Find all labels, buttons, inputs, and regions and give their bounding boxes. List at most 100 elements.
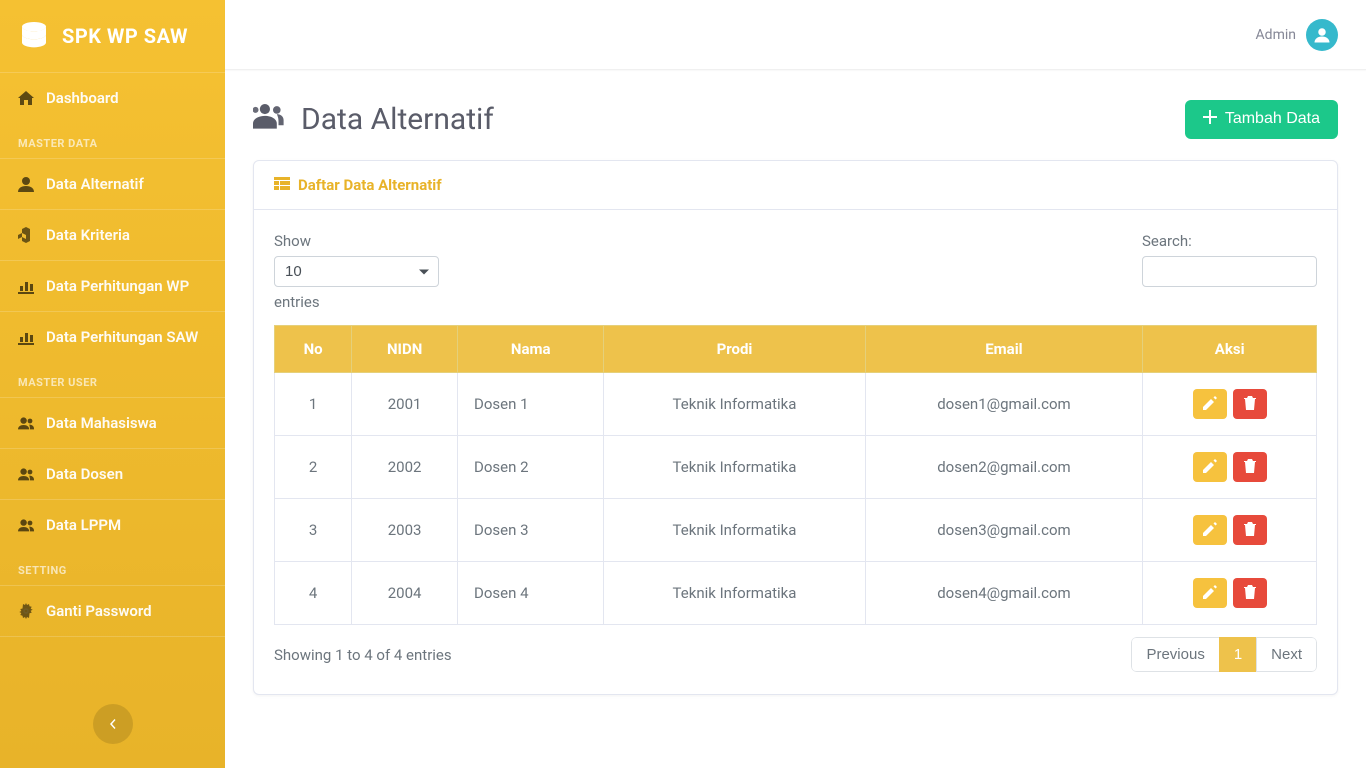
main: Admin Data Alternatif Tambah Data [225, 0, 1366, 768]
trash-icon [1243, 585, 1257, 602]
cell-no: 3 [275, 499, 352, 562]
cell-nidn: 2003 [352, 499, 458, 562]
sidebar: SPK WP SAW Dashboard MASTER DATA Data Alte… [0, 0, 225, 768]
sidebar-item-data-lppm[interactable]: Data LPPM [0, 499, 225, 550]
database-icon [18, 20, 50, 52]
cell-email: dosen2@gmail.com [865, 436, 1143, 499]
search-input[interactable] [1142, 256, 1317, 287]
cubes-icon [18, 227, 34, 243]
sidebar-item-data-kriteria[interactable]: Data Kriteria [0, 209, 225, 260]
cogs-icon [18, 603, 34, 619]
cell-prodi: Teknik Informatika [604, 373, 865, 436]
length-label-pre: Show [274, 232, 439, 250]
card-title: Daftar Data Alternatif [298, 176, 442, 194]
nav-heading: MASTER USER [0, 362, 225, 397]
sidebar-item-label: Data Alternatif [46, 175, 144, 193]
edit-button[interactable] [1193, 515, 1227, 545]
sidebar-item-dashboard[interactable]: Dashboard [0, 72, 225, 123]
length-select[interactable]: 10 [274, 256, 439, 287]
cell-nama: Dosen 2 [458, 436, 604, 499]
cell-email: dosen4@gmail.com [865, 562, 1143, 625]
nav-heading: MASTER DATA [0, 123, 225, 158]
delete-button[interactable] [1233, 578, 1267, 608]
page-1[interactable]: 1 [1219, 637, 1257, 672]
sidebar-item-label: Data Perhitungan WP [46, 277, 189, 295]
nav: Dashboard MASTER DATA Data Alternatif Data … [0, 72, 225, 680]
edit-icon [1203, 459, 1217, 476]
sidebar-item-label: Ganti Password [46, 602, 152, 620]
content: Data Alternatif Tambah Data Daftar Data … [225, 70, 1366, 768]
cell-email: dosen1@gmail.com [865, 373, 1143, 436]
cell-nidn: 2004 [352, 562, 458, 625]
col-nama[interactable]: Nama [458, 326, 604, 373]
add-button-label: Tambah Data [1225, 110, 1320, 128]
page-title: Data Alternatif [253, 98, 494, 140]
sidebar-collapse-wrap [0, 680, 225, 768]
users-icon [18, 466, 34, 482]
cell-prodi: Teknik Informatika [604, 562, 865, 625]
length-label-post: entries [274, 293, 439, 311]
delete-button[interactable] [1233, 389, 1267, 419]
user-menu[interactable]: Admin [1256, 19, 1338, 51]
topbar: Admin [225, 0, 1366, 70]
chart-icon [18, 329, 34, 345]
cell-aksi [1143, 562, 1317, 625]
cell-nama: Dosen 3 [458, 499, 604, 562]
card-header: Daftar Data Alternatif [254, 161, 1337, 210]
cell-email: dosen3@gmail.com [865, 499, 1143, 562]
brand-title: SPK WP SAW [62, 24, 188, 48]
cell-prodi: Teknik Informatika [604, 499, 865, 562]
page-prev[interactable]: Previous [1131, 637, 1219, 672]
col-nidn[interactable]: NIDN [352, 326, 458, 373]
trash-icon [1243, 396, 1257, 413]
cell-nidn: 2002 [352, 436, 458, 499]
delete-button[interactable] [1233, 452, 1267, 482]
page-title-text: Data Alternatif [301, 102, 494, 137]
datatable-top: Show 10 entries Search: [274, 232, 1317, 311]
sidebar-item-data-dosen[interactable]: Data Dosen [0, 448, 225, 499]
avatar [1306, 19, 1338, 51]
col-email[interactable]: Email [865, 326, 1143, 373]
card: Daftar Data Alternatif Show 10 entries [253, 160, 1338, 695]
cell-no: 1 [275, 373, 352, 436]
col-aksi[interactable]: Aksi [1143, 326, 1317, 373]
user-icon [18, 176, 34, 192]
datatable-bottom: Showing 1 to 4 of 4 entries Previous1Nex… [274, 637, 1317, 672]
trash-icon [1243, 459, 1257, 476]
chevron-left-icon [108, 717, 118, 732]
table-icon [274, 175, 290, 195]
cell-no: 2 [275, 436, 352, 499]
edit-button[interactable] [1193, 452, 1227, 482]
page-header: Data Alternatif Tambah Data [253, 98, 1338, 140]
sidebar-item-data-perhitungan-wp[interactable]: Data Perhitungan WP [0, 260, 225, 311]
sidebar-collapse-button[interactable] [93, 704, 133, 744]
col-no[interactable]: No [275, 326, 352, 373]
sidebar-item-data-alternatif[interactable]: Data Alternatif [0, 158, 225, 209]
users-icon [253, 98, 287, 140]
sidebar-item-data-mahasiswa[interactable]: Data Mahasiswa [0, 397, 225, 448]
trash-icon [1243, 522, 1257, 539]
sidebar-item-label: Data Perhitungan SAW [46, 328, 198, 346]
sidebar-item-data-perhitungan-saw[interactable]: Data Perhitungan SAW [0, 311, 225, 362]
search-label: Search: [1142, 232, 1317, 250]
home-icon [18, 90, 34, 106]
add-data-button[interactable]: Tambah Data [1185, 100, 1338, 139]
cell-no: 4 [275, 562, 352, 625]
sidebar-item-label: Data Mahasiswa [46, 414, 157, 432]
length-select-wrap: 10 [274, 256, 439, 287]
delete-button[interactable] [1233, 515, 1267, 545]
edit-button[interactable] [1193, 578, 1227, 608]
cell-aksi [1143, 499, 1317, 562]
col-prodi[interactable]: Prodi [604, 326, 865, 373]
sidebar-item-ganti-password[interactable]: Ganti Password [0, 585, 225, 637]
card-body: Show 10 entries Search: [254, 210, 1337, 694]
sidebar-item-label: Data Kriteria [46, 226, 130, 244]
edit-button[interactable] [1193, 389, 1227, 419]
sidebar-item-label: Dashboard [46, 89, 119, 107]
username-label: Admin [1256, 27, 1296, 43]
chart-icon [18, 278, 34, 294]
page-next[interactable]: Next [1256, 637, 1317, 672]
users-icon [18, 415, 34, 431]
edit-icon [1203, 396, 1217, 413]
cell-aksi [1143, 436, 1317, 499]
